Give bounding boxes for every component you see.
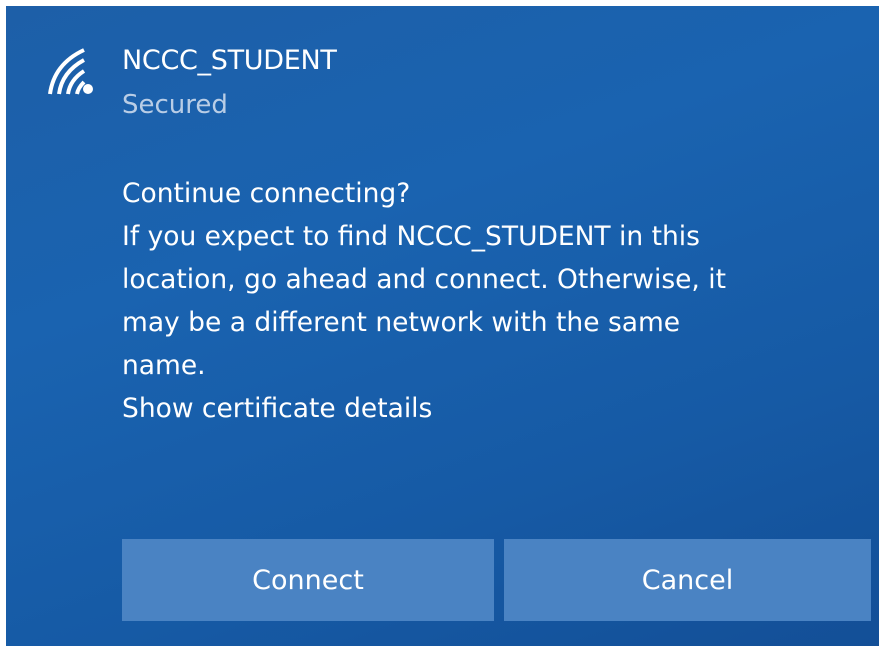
network-status: Secured xyxy=(122,90,228,120)
network-name: NCCC_STUDENT xyxy=(122,45,337,76)
wifi-connect-flyout: NCCC_STUDENT Secured Continue connecting… xyxy=(6,6,879,646)
prompt-message-line: may be a different network with the same xyxy=(122,307,681,338)
cancel-button[interactable]: Cancel xyxy=(504,539,871,621)
prompt-message-line: If you expect to find NCCC_STUDENT in th… xyxy=(122,221,700,252)
prompt-message-line: name. xyxy=(122,350,206,381)
prompt-heading: Continue connecting? xyxy=(122,178,411,209)
wifi-icon xyxy=(48,48,93,95)
connect-button[interactable]: Connect xyxy=(122,539,494,621)
prompt-body: Continue connecting? If you expect to fi… xyxy=(122,172,842,430)
prompt-message-line: location, go ahead and connect. Otherwis… xyxy=(122,264,727,295)
show-certificate-details-link[interactable]: Show certificate details xyxy=(122,387,842,430)
